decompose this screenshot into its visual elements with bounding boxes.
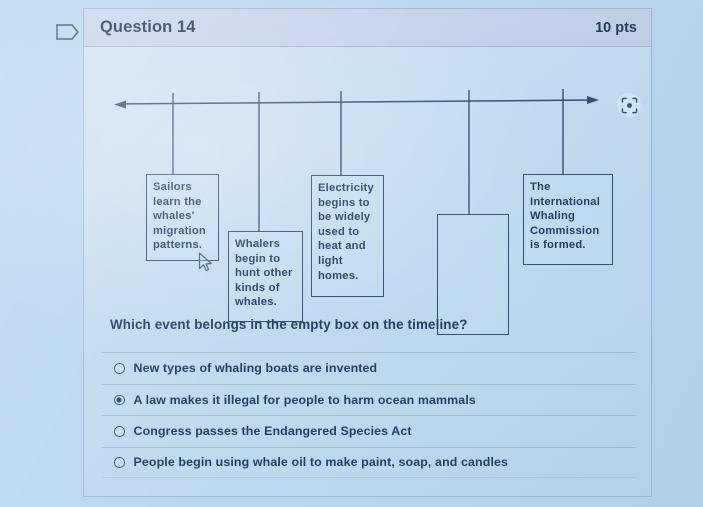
timeline-axis-line [118,99,595,105]
timeline-event-text-1: Sailors learn the whales' migration patt… [153,181,206,252]
timeline-event-box-5: The International Whaling Commission is … [523,174,613,265]
answer-option-3[interactable]: Congress passes the Endangered Species A… [102,415,636,447]
timeline-left-arrowhead [114,100,126,109]
timeline-event-box-3: Electricity begins to be widely used to … [311,175,384,297]
radio-button-2-selected[interactable] [114,394,125,405]
radio-button-3[interactable] [114,426,125,437]
answer-option-1[interactable]: New types of whaling boats are invented [102,352,636,384]
question-points-label: 10 pts [595,19,637,36]
question-card: Question 14 10 pts Sailors learn the wha… [83,8,652,497]
question-header: Question 14 10 pts [84,9,651,47]
question-prompt: Which event belongs in the empty box on … [110,317,468,332]
timeline-event-box-1: Sailors learn the whales' migration patt… [146,174,219,261]
focus-target-icon-glyph [621,97,637,113]
question-number-label: Question 14 [100,18,196,36]
timeline-event-text-2: Whalers begin to hunt other kinds of wha… [235,238,293,309]
answer-options-list: New types of whaling boats are invented … [102,352,636,478]
question-body: Sailors learn the whales' migration patt… [84,47,651,496]
timeline-event-box-2: Whalers begin to hunt other kinds of wha… [228,231,303,322]
flag-icon-glyph [56,24,79,40]
radio-button-1[interactable] [114,363,125,374]
answer-label-2: A law makes it illegal for people to har… [133,392,476,407]
answer-option-4[interactable]: People begin using whale oil to make pai… [102,446,636,478]
answer-label-3: Congress passes the Endangered Species A… [133,424,412,439]
answer-label-1: New types of whaling boats are invented [133,361,378,376]
timeline-diagram: Sailors learn the whales' migration patt… [84,47,653,335]
timeline-event-text-3: Electricity begins to be widely used to … [318,182,374,282]
answer-option-2[interactable]: A law makes it illegal for people to har… [102,383,636,416]
timeline-event-text-5: The International Whaling Commission is … [530,181,601,252]
answer-label-4: People begin using whale oil to make pai… [133,455,509,470]
flag-icon[interactable] [55,22,81,42]
focus-target-icon[interactable] [617,93,641,117]
timeline-right-arrowhead [587,96,599,104]
radio-button-4[interactable] [114,457,125,468]
